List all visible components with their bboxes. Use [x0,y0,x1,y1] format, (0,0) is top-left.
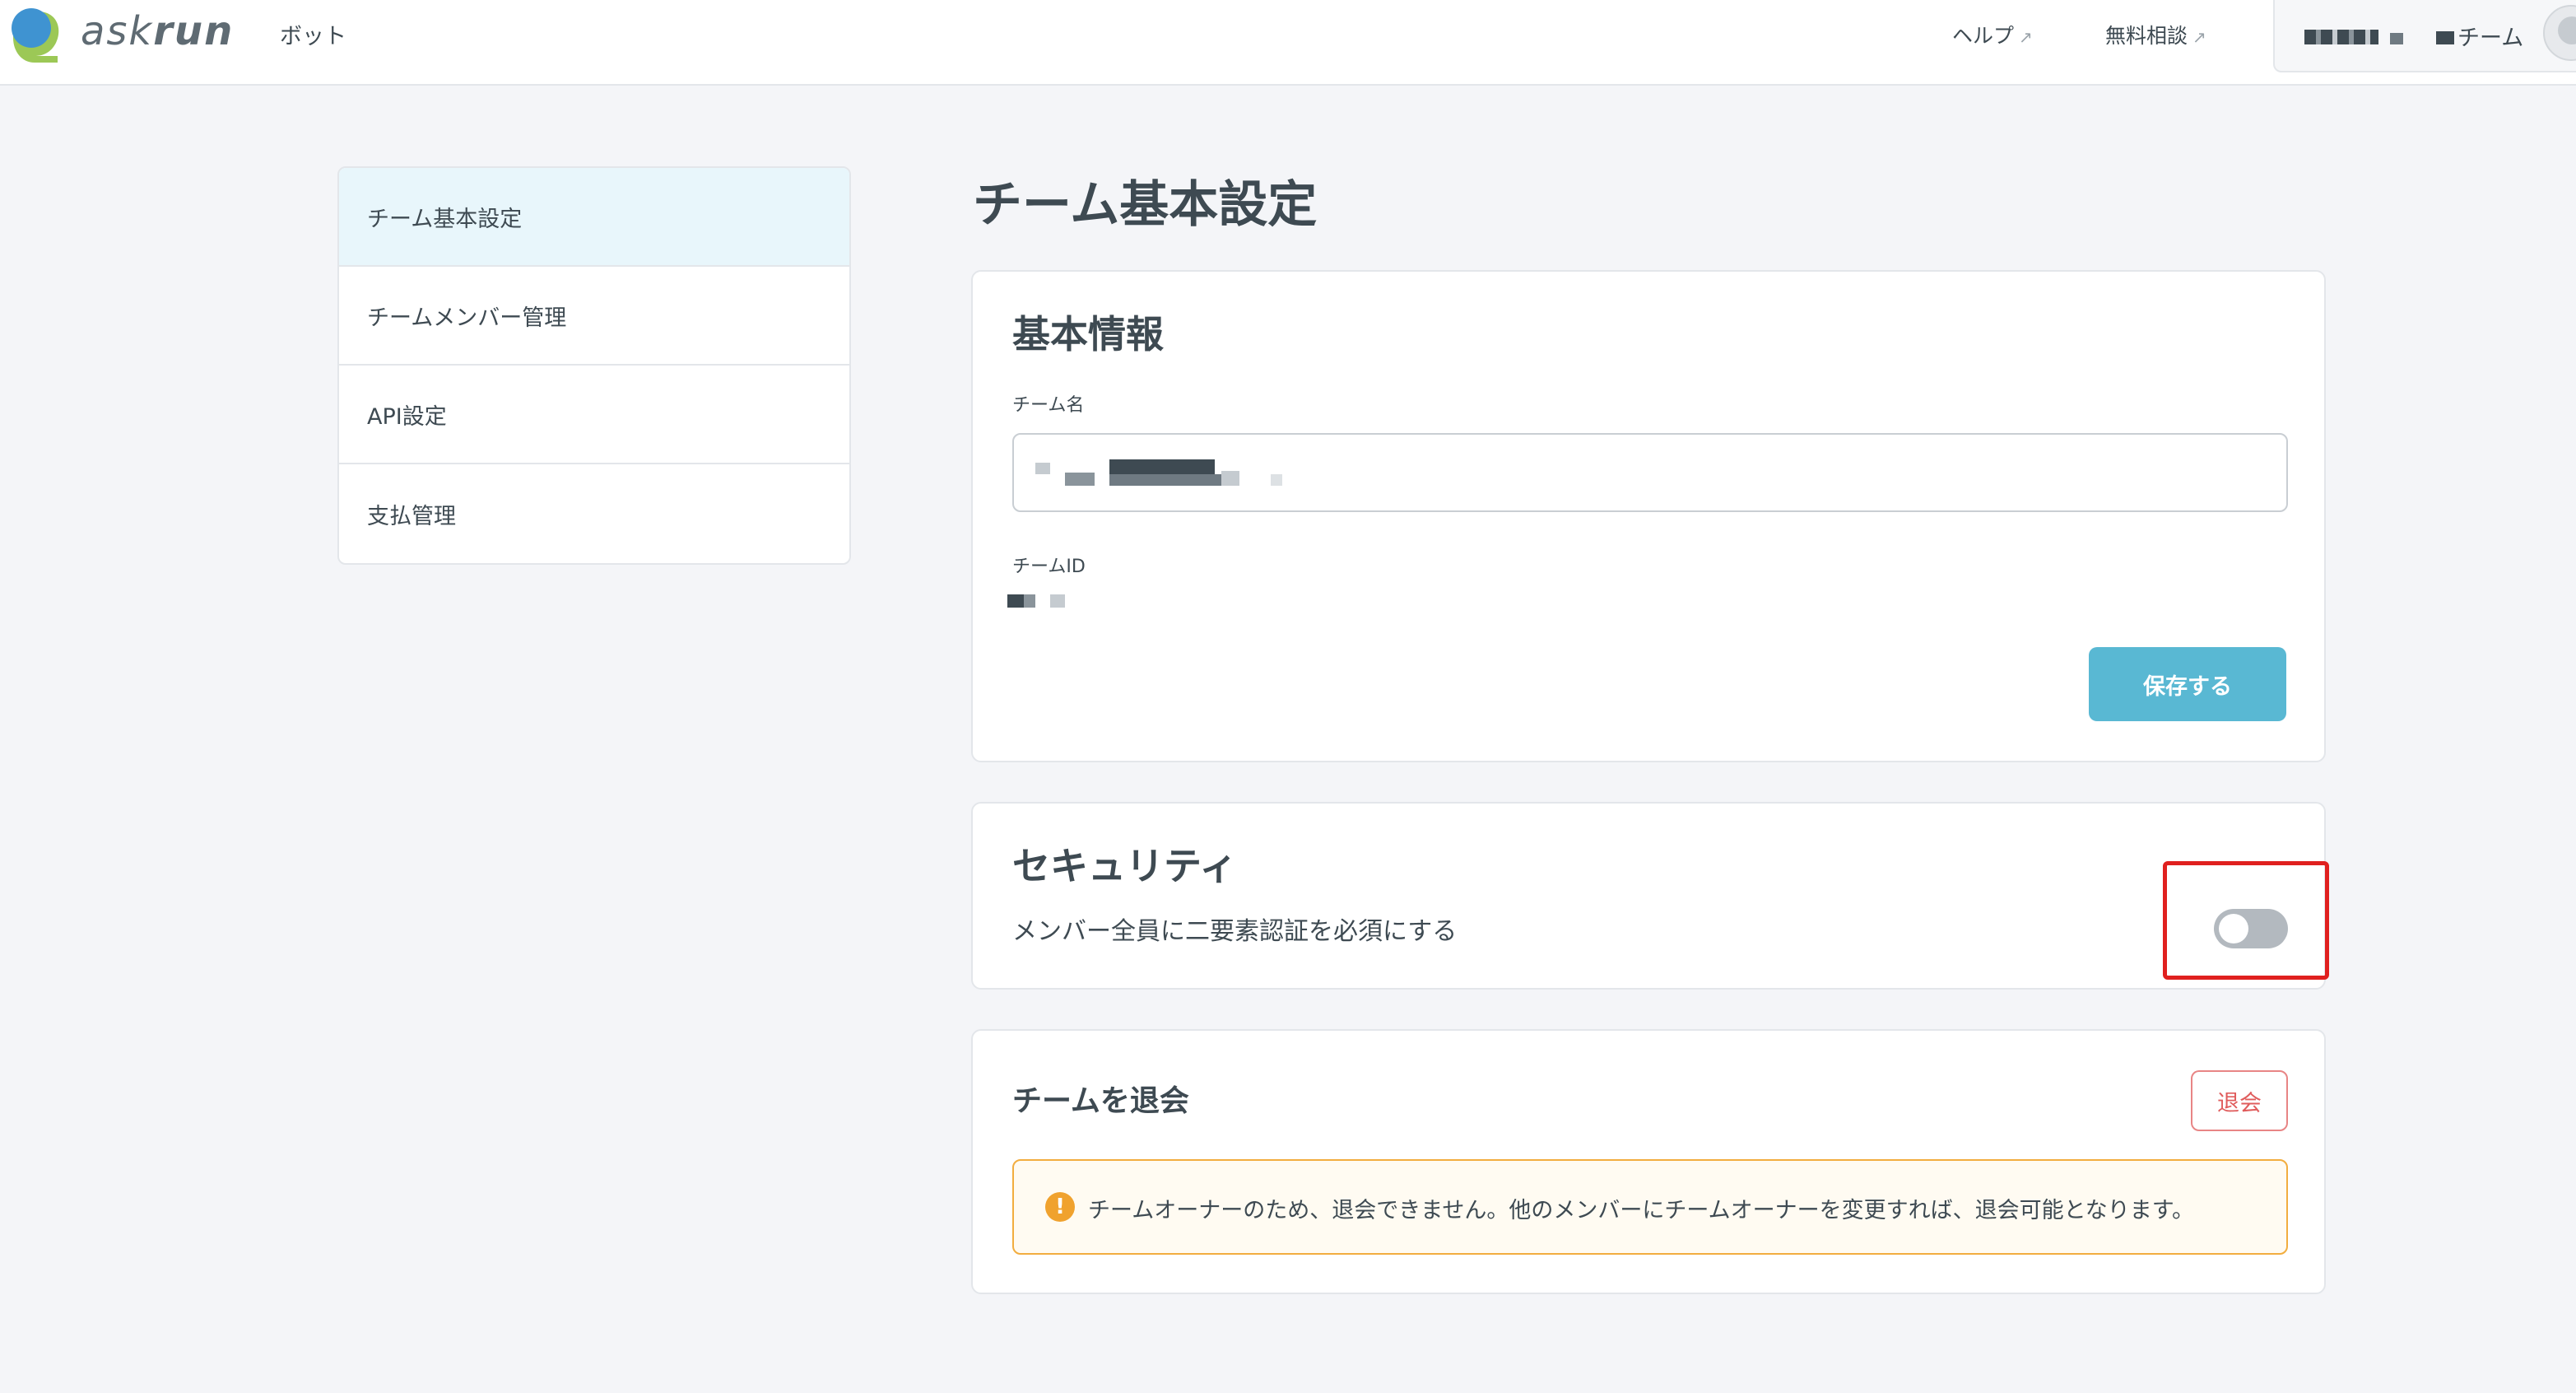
sidebar-item-team-basic-settings[interactable]: チーム基本設定 [339,168,849,267]
leave-team-title: チームを退会 [1012,1084,1189,1118]
sidebar-item-payment-management[interactable]: 支払管理 [339,464,849,563]
team-name-input[interactable] [1012,433,2288,512]
logo-text: askrun [81,8,235,54]
settings-sidebar: チーム基本設定 チームメンバー管理 API設定 支払管理 [337,166,851,565]
owner-warning-alert: ! チームオーナーのため、退会できません。他のメンバーにチームオーナーを変更すれ… [1012,1159,2288,1255]
team-name-label: チーム [2457,26,2524,51]
redacted-team-id [1024,594,1035,608]
top-header: askrun ボット ヘルプ ↗ 無料相談 ↗ チーム [0,0,2576,86]
redacted-team-id [1050,594,1065,608]
leave-team-card: チームを退会 退会 ! チームオーナーのため、退会できません。他のメンバーにチー… [971,1029,2326,1294]
toggle-highlight-annotation [2163,861,2329,980]
basic-info-title: 基本情報 [1012,312,1164,356]
team-name-label: チーム名 [1012,395,1085,416]
nav-bot-link[interactable]: ボット [280,18,346,50]
redacted-text [1065,473,1095,486]
redacted-text [2304,30,2378,44]
external-link-icon: ↗ [2192,27,2206,47]
sidebar-item-team-member-management[interactable]: チームメンバー管理 [339,267,849,366]
redacted-team-id [1007,594,1024,608]
redacted-text [2436,31,2454,44]
logo-icon [12,8,59,63]
external-link-icon: ↗ [2019,27,2033,47]
nav-help-link[interactable]: ヘルプ ↗ [1952,20,2033,49]
leave-button[interactable]: 退会 [2191,1070,2288,1131]
security-card: セキュリティ メンバー全員に二要素認証を必須にする [971,802,2326,990]
basic-info-card: 基本情報 チーム名 チームID 保存する [971,270,2326,762]
nav-consult-link[interactable]: 無料相談 ↗ [2105,20,2206,49]
askrun-logo[interactable]: askrun [10,5,232,63]
redacted-text [1035,463,1050,474]
sidebar-item-api-settings[interactable]: API設定 [339,366,849,464]
nav-consult-label: 無料相談 [2105,24,2188,48]
owner-warning-text: チームオーナーのため、退会できません。他のメンバーにチームオーナーを変更すれば、… [1088,1198,2195,1223]
redacted-text [2390,33,2403,44]
save-button[interactable]: 保存する [2089,647,2286,721]
page-title: チーム基本設定 [973,176,1318,234]
team-id-label: チームID [1012,557,1086,577]
redacted-text [1271,474,1282,486]
redacted-text [1221,471,1239,486]
two-factor-description: メンバー全員に二要素認証を必須にする [1012,917,1458,946]
security-title: セキュリティ [1012,844,1238,888]
team-switcher[interactable]: チーム [2273,0,2576,72]
redacted-text [1109,474,1221,486]
redacted-text [1109,459,1215,474]
warning-icon: ! [1045,1192,1075,1222]
nav-help-label: ヘルプ [1952,24,2015,48]
